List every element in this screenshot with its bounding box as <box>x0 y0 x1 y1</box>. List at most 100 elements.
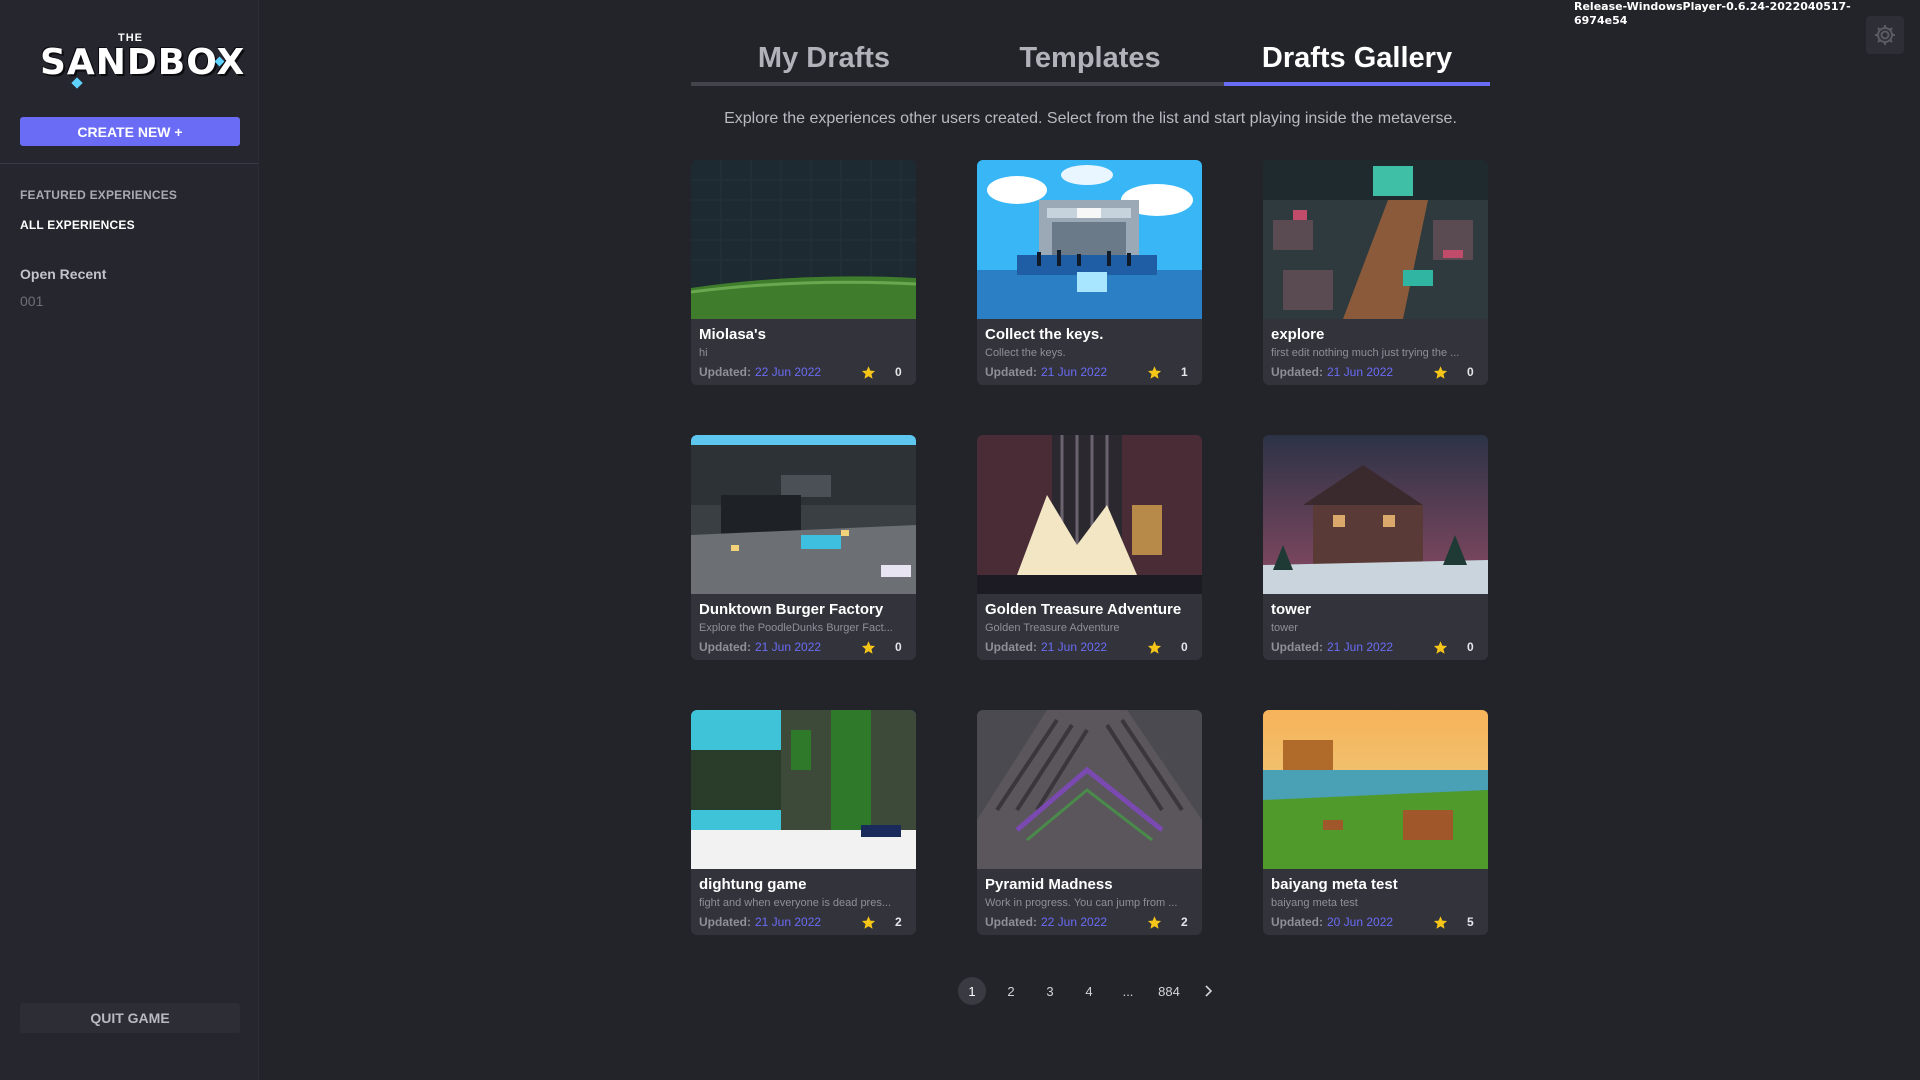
card-star-count: 1 <box>1181 365 1188 379</box>
card-title: Pyramid Madness <box>985 876 1113 893</box>
tab-bar: My Drafts Templates Drafts Gallery <box>691 34 1490 86</box>
experience-card[interactable]: tower tower Updated: 21 Jun 2022 0 <box>1263 435 1488 660</box>
card-description: Work in progress. You can jump from ... <box>985 897 1178 909</box>
updated-date: 22 Jun 2022 <box>1041 915 1108 929</box>
sidebar-item-featured-experiences[interactable]: FEATURED EXPERIENCES <box>20 188 177 202</box>
open-recent-heading: Open Recent <box>20 266 107 282</box>
card-description: baiyang meta test <box>1271 897 1358 909</box>
settings-button[interactable] <box>1866 16 1904 54</box>
star-icon <box>1433 366 1448 379</box>
card-star-count: 0 <box>1467 365 1474 379</box>
experience-thumbnail <box>1263 160 1488 319</box>
sidebar-item-all-experiences[interactable]: ALL EXPERIENCES <box>20 218 135 232</box>
experience-thumbnail <box>691 710 916 869</box>
star-icon <box>1147 641 1162 654</box>
updated-date: 20 Jun 2022 <box>1327 915 1394 929</box>
chevron-right-icon <box>1205 985 1213 997</box>
card-updated: Updated: 21 Jun 2022 <box>985 640 1107 654</box>
updated-label: Updated: <box>1271 915 1323 929</box>
star-icon <box>1147 916 1162 929</box>
page-ellipsis: ... <box>1122 983 1134 999</box>
star-icon <box>861 916 876 929</box>
page-button-4[interactable]: 4 <box>1075 977 1103 1005</box>
card-star-count: 0 <box>1467 640 1474 654</box>
updated-date: 21 Jun 2022 <box>755 915 822 929</box>
updated-label: Updated: <box>1271 640 1323 654</box>
card-description: tower <box>1271 622 1298 634</box>
gear-icon <box>1875 25 1895 45</box>
card-title: tower <box>1271 601 1312 618</box>
updated-date: 21 Jun 2022 <box>1041 640 1108 654</box>
sandbox-logo: THE SANDBOX <box>38 32 244 90</box>
logo-wordmark: SANDBOX <box>40 42 246 83</box>
tab-my-drafts[interactable]: My Drafts <box>691 34 957 82</box>
updated-date: 22 Jun 2022 <box>755 365 822 379</box>
experience-thumbnail <box>977 435 1202 594</box>
gallery-subtitle: Explore the experiences other users crea… <box>724 110 1457 127</box>
updated-date: 21 Jun 2022 <box>1041 365 1108 379</box>
card-star-count: 2 <box>895 915 902 929</box>
updated-label: Updated: <box>699 640 751 654</box>
tab-active-indicator <box>1224 82 1490 86</box>
experience-thumbnail <box>1263 710 1488 869</box>
star-icon <box>1433 641 1448 654</box>
experience-card[interactable]: Golden Treasure Adventure Golden Treasur… <box>977 435 1202 660</box>
star-icon <box>1433 916 1448 929</box>
experience-card[interactable]: baiyang meta test baiyang meta test Upda… <box>1263 710 1488 935</box>
experience-card[interactable]: Miolasa's hi Updated: 22 Jun 2022 0 <box>691 160 916 385</box>
updated-date: 21 Jun 2022 <box>1327 365 1394 379</box>
card-updated: Updated: 21 Jun 2022 <box>985 365 1107 379</box>
card-star-count: 2 <box>1181 915 1188 929</box>
experience-thumbnail <box>691 435 916 594</box>
tab-templates[interactable]: Templates <box>957 34 1223 82</box>
card-description: first edit nothing much just trying the … <box>1271 347 1460 359</box>
experience-thumbnail <box>1263 435 1488 594</box>
card-updated: Updated: 22 Jun 2022 <box>699 365 821 379</box>
quit-game-button[interactable]: QUIT GAME <box>20 1003 240 1033</box>
card-updated: Updated: 21 Jun 2022 <box>699 640 821 654</box>
card-title: Collect the keys. <box>985 326 1104 343</box>
experience-thumbnail <box>977 710 1202 869</box>
updated-date: 21 Jun 2022 <box>1327 640 1394 654</box>
card-updated: Updated: 21 Jun 2022 <box>1271 365 1393 379</box>
card-title: Dunktown Burger Factory <box>699 601 884 618</box>
card-updated: Updated: 22 Jun 2022 <box>985 915 1107 929</box>
card-title: Miolasa's <box>699 326 766 343</box>
star-icon <box>861 641 876 654</box>
experience-card[interactable]: dightung game fight and when everyone is… <box>691 710 916 935</box>
page-button-3[interactable]: 3 <box>1036 977 1064 1005</box>
card-title: baiyang meta test <box>1271 876 1398 893</box>
sidebar-divider <box>0 163 258 164</box>
card-star-count: 0 <box>1181 640 1188 654</box>
card-updated: Updated: 21 Jun 2022 <box>1271 640 1393 654</box>
card-description: hi <box>699 347 708 359</box>
experience-card[interactable]: explore first edit nothing much just try… <box>1263 160 1488 385</box>
page-button-1[interactable]: 1 <box>958 977 986 1005</box>
page-button-last[interactable]: 884 <box>1153 977 1185 1005</box>
card-updated: Updated: 20 Jun 2022 <box>1271 915 1393 929</box>
experience-card[interactable]: Pyramid Madness Work in progress. You ca… <box>977 710 1202 935</box>
updated-label: Updated: <box>699 915 751 929</box>
updated-label: Updated: <box>699 365 751 379</box>
next-page-button[interactable] <box>1194 977 1222 1005</box>
card-title: Golden Treasure Adventure <box>985 601 1182 618</box>
build-version-label: Release-WindowsPlayer-0.6.24-2022040517-… <box>1574 0 1851 27</box>
create-new-button[interactable]: CREATE NEW + <box>20 117 240 146</box>
experience-thumbnail <box>977 160 1202 319</box>
card-description: Golden Treasure Adventure <box>985 622 1120 634</box>
card-star-count: 0 <box>895 365 902 379</box>
experience-thumbnail <box>691 160 916 319</box>
page-button-2[interactable]: 2 <box>997 977 1025 1005</box>
recent-item[interactable]: 001 <box>20 293 43 309</box>
experience-card[interactable]: Dunktown Burger Factory Explore the Pood… <box>691 435 916 660</box>
sidebar: THE SANDBOX CREATE NEW + FEATURED EXPERI… <box>0 0 259 1080</box>
card-title: explore <box>1271 326 1325 343</box>
card-description: Explore the PoodleDunks Burger Fact... <box>699 622 893 634</box>
tab-drafts-gallery[interactable]: Drafts Gallery <box>1224 34 1490 82</box>
experience-card[interactable]: Collect the keys. Collect the keys. Upda… <box>977 160 1202 385</box>
updated-label: Updated: <box>985 640 1037 654</box>
updated-label: Updated: <box>1271 365 1323 379</box>
card-star-count: 0 <box>895 640 902 654</box>
card-star-count: 5 <box>1467 915 1474 929</box>
card-description: Collect the keys. <box>985 347 1066 359</box>
